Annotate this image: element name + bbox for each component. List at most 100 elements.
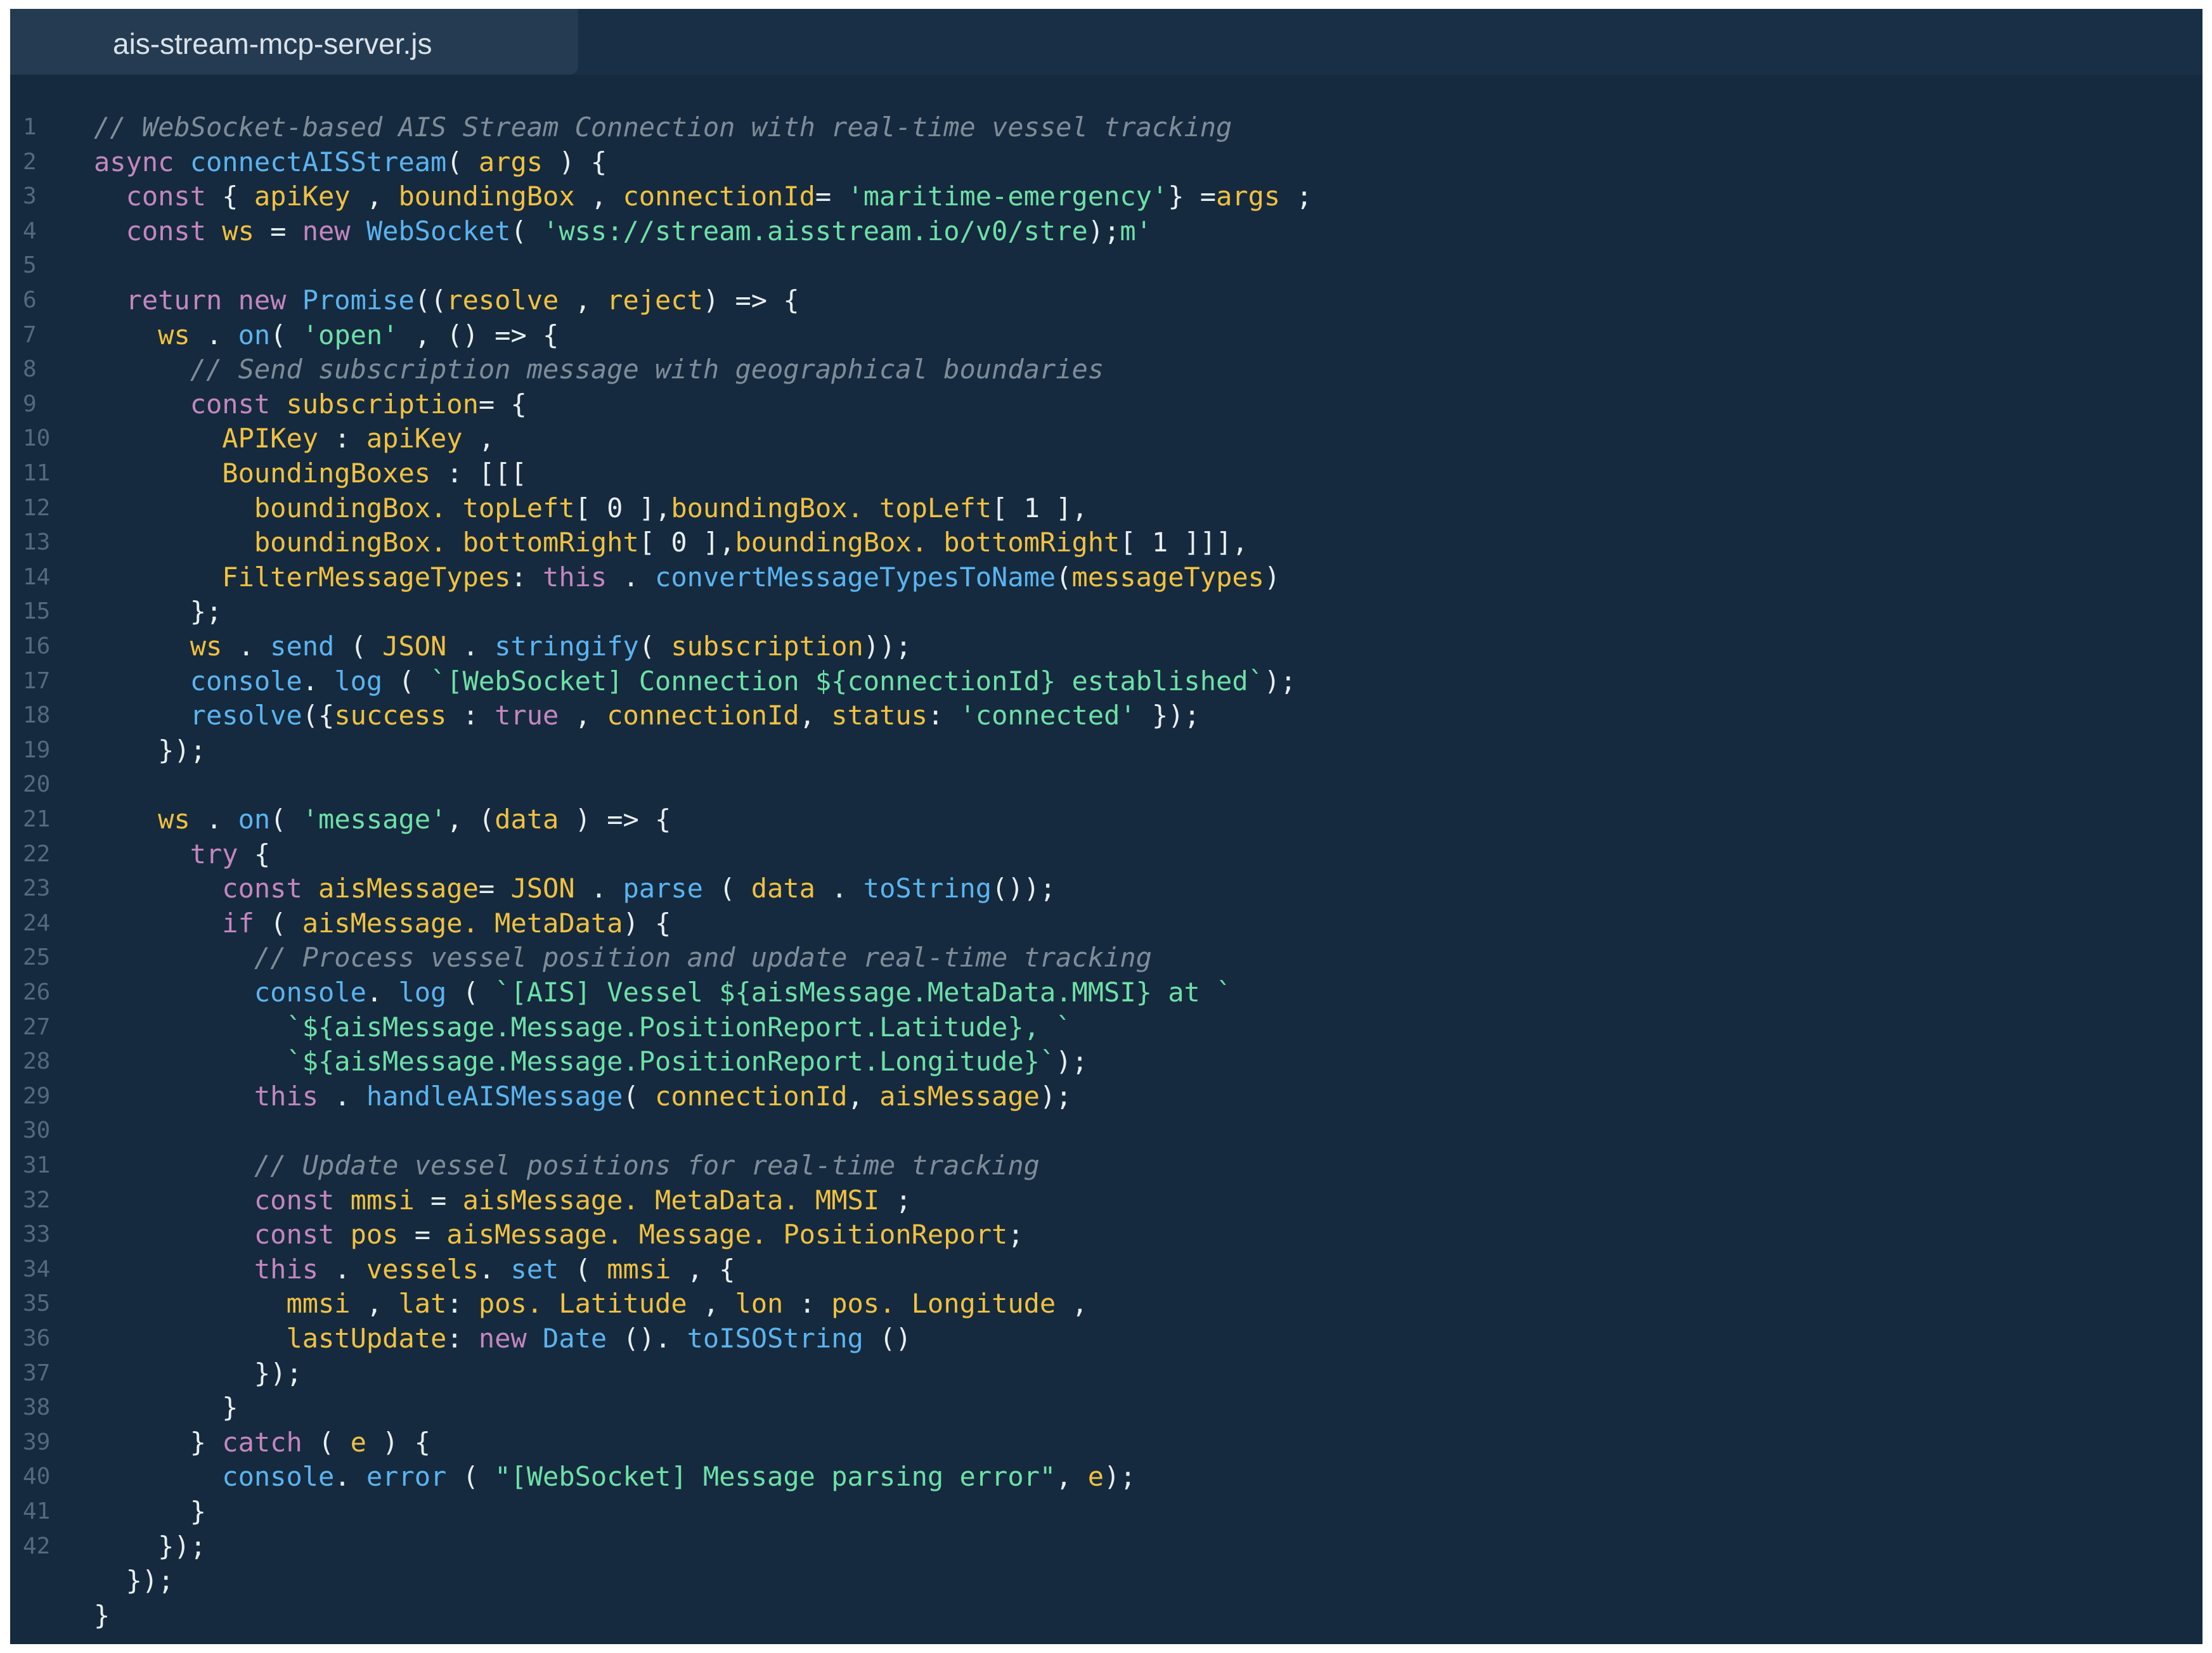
- code-token: mmsi: [350, 1184, 415, 1216]
- line-text: `${aisMessage.Message.PositionReport.Lon…: [94, 1045, 1087, 1079]
- code-token: });: [94, 1357, 302, 1389]
- code-token: BoundingBoxes: [222, 458, 431, 489]
- code-token: // Process vessel position and update re…: [254, 942, 1152, 974]
- line-number: 16: [23, 633, 51, 659]
- code-token: FilterMessageTypes: [222, 561, 511, 593]
- line-number: 40: [23, 1463, 51, 1490]
- line-number: 8: [23, 356, 37, 383]
- code-token: connectAISStream: [190, 146, 447, 177]
- code-token: this: [254, 1080, 319, 1112]
- line-number: 31: [23, 1152, 51, 1178]
- code-token: (: [382, 665, 431, 697]
- line-number: 35: [23, 1290, 51, 1317]
- code-token: , (: [446, 804, 495, 835]
- line-text: if ( aisMessage. MetaData) {: [94, 906, 671, 941]
- code-token: const: [222, 873, 319, 904]
- code-token: toISOString: [687, 1323, 863, 1354]
- code-token: boundingBox. topLeft: [671, 492, 992, 524]
- code-token: "[WebSocket] Message parsing error": [495, 1461, 1056, 1493]
- line-text: console. error ( "[WebSocket] Message pa…: [94, 1460, 1135, 1494]
- code-token: ) => {: [559, 804, 671, 835]
- code-token: convertMessageTypesToName: [655, 561, 1056, 593]
- code-token: [ 1 ]]],: [1120, 527, 1248, 558]
- code-token: );: [1264, 665, 1297, 697]
- code-token: boundingBox. bottomRight: [254, 527, 639, 558]
- code-token: ,: [1056, 1288, 1088, 1320]
- code-token: (: [638, 631, 671, 662]
- line-text: this . vessels. set ( mmsi , {: [94, 1252, 735, 1287]
- line-number: 29: [23, 1083, 51, 1109]
- code-token: mmsi: [286, 1288, 351, 1320]
- code-token: , {: [671, 1253, 735, 1285]
- code-token: .: [318, 1080, 366, 1112]
- line-text: const pos = aisMessage. Message. Positio…: [94, 1218, 1024, 1252]
- code-token: aisMessage. MetaData: [302, 907, 623, 939]
- code-token: (: [270, 319, 302, 351]
- code-token: (: [1056, 561, 1072, 593]
- code-token: });: [94, 734, 207, 766]
- code-token: ,: [799, 700, 832, 731]
- line-number: 26: [23, 979, 51, 1005]
- code-token: aisMessage: [318, 873, 479, 904]
- line-text: return new Promise((resolve , reject) =>…: [94, 283, 799, 318]
- code-token: ());: [992, 873, 1056, 904]
- line-number: 7: [23, 321, 37, 348]
- code-token: =: [254, 215, 302, 247]
- line-number: 37: [23, 1360, 51, 1386]
- code-token: const: [190, 388, 287, 420]
- code-token: : [[[: [430, 458, 527, 489]
- code-token: data: [751, 873, 815, 904]
- code-token: ;: [1007, 1219, 1024, 1251]
- code-token: );: [1087, 215, 1120, 247]
- code-token: boundingBox. bottomRight: [735, 527, 1120, 558]
- code-token: parse: [623, 873, 703, 904]
- code-token: .: [815, 873, 863, 904]
- code-token: (: [559, 1253, 607, 1285]
- line-text: APIKey : apiKey ,: [94, 421, 495, 456]
- code-token: on: [238, 319, 271, 351]
- code-token: .: [366, 977, 399, 1008]
- line-text: // WebSocket-based AIS Stream Connection…: [94, 110, 1232, 145]
- line-number: 4: [23, 217, 37, 244]
- line-text: // Update vessel positions for real-time…: [94, 1148, 1040, 1183]
- code-token: connectionId: [607, 700, 799, 731]
- code-token: APIKey: [222, 423, 319, 454]
- code-token: aisMessage: [879, 1080, 1040, 1112]
- line-text: const subscription= {: [94, 387, 527, 421]
- code-token: ().: [607, 1323, 687, 1354]
- code-token: .: [334, 1461, 366, 1493]
- code-token: [ 0 ],: [638, 527, 735, 558]
- code-token: (: [510, 215, 543, 247]
- code-token: .: [607, 561, 656, 593]
- code-token: new: [302, 215, 366, 247]
- code-token: `[WebSocket] Connection ${connectionId} …: [430, 665, 1264, 697]
- line-number: 11: [23, 460, 51, 486]
- code-token: , () => {: [398, 319, 559, 351]
- code-token: :: [783, 1288, 832, 1320]
- line-number: 25: [23, 944, 51, 971]
- line-text: } catch ( e ) {: [94, 1425, 430, 1460]
- code-token: pos. Longitude: [831, 1288, 1056, 1320]
- code-token: ;: [879, 1184, 912, 1216]
- code-token: const: [254, 1219, 351, 1251]
- code-token: connectionId: [655, 1080, 848, 1112]
- code-token: });: [94, 1530, 207, 1562]
- code-token: :: [927, 700, 960, 731]
- code-token: );: [1039, 1080, 1072, 1112]
- file-tab[interactable]: ais-stream-mcp-server.js: [10, 9, 578, 75]
- line-number: 34: [23, 1256, 51, 1282]
- line-text: ws . on( 'open' , () => {: [94, 318, 559, 352]
- line-text: // Process vessel position and update re…: [94, 941, 1152, 975]
- code-token: ) => {: [702, 285, 799, 316]
